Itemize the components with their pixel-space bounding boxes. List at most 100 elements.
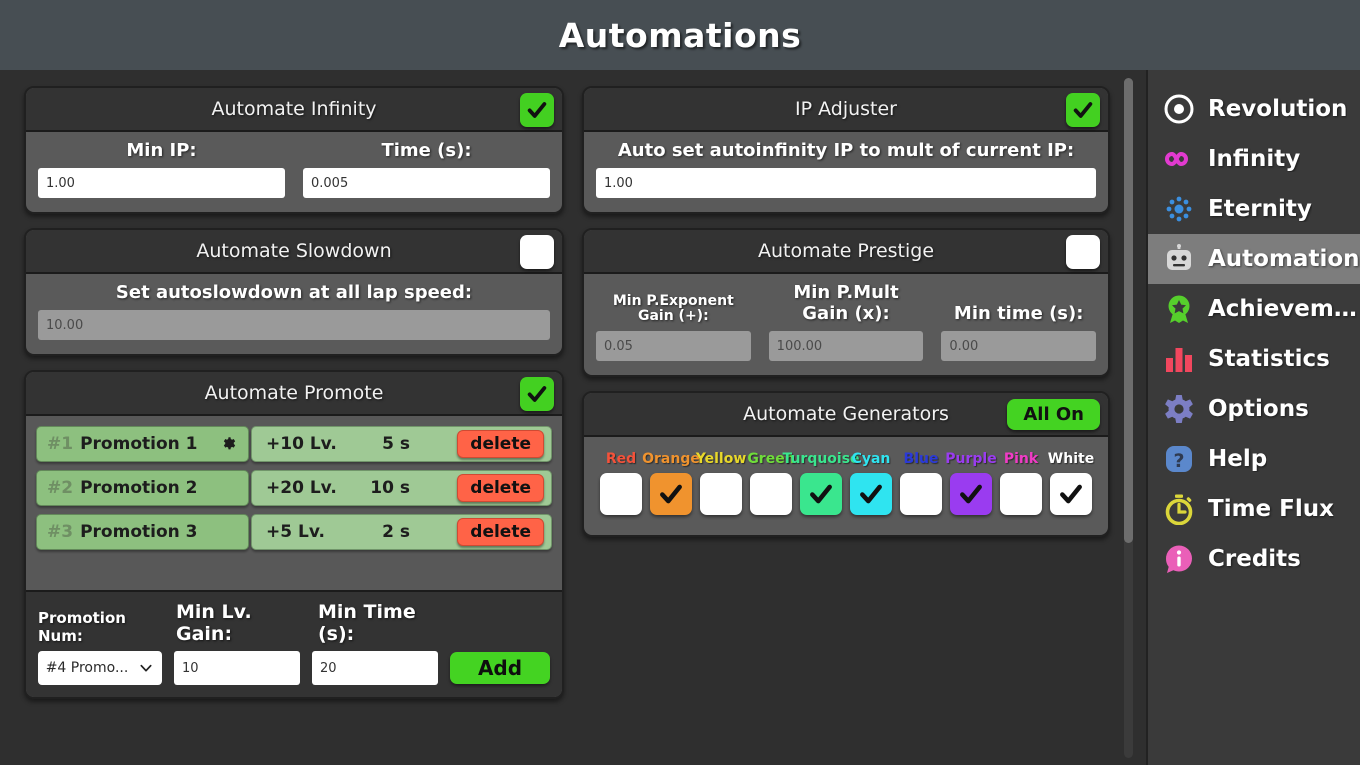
generator-checkbox-white[interactable] xyxy=(1050,473,1092,515)
panel-header-automate-prestige: Automate Prestige xyxy=(584,230,1108,274)
min-p-exponent-gain-label: Min P.Exponent Gain (+): xyxy=(596,294,751,324)
generator-column-white: White xyxy=(1046,451,1096,515)
automate-promote-toggle[interactable] xyxy=(520,377,554,411)
stopwatch-icon xyxy=(1162,492,1196,526)
panel-title: IP Adjuster xyxy=(795,98,897,120)
sidebar-item-help[interactable]: ? Help xyxy=(1148,434,1360,484)
sidebar-item-automations[interactable]: Automations xyxy=(1148,234,1360,284)
sidebar-item-options[interactable]: Options xyxy=(1148,384,1360,434)
automate-prestige-toggle[interactable] xyxy=(1066,235,1100,269)
automate-slowdown-toggle[interactable] xyxy=(520,235,554,269)
panel-title: Automate Infinity xyxy=(211,98,376,120)
scrollbar-thumb[interactable] xyxy=(1124,78,1133,543)
check-icon xyxy=(1072,99,1094,121)
generator-checkbox-turquoise[interactable] xyxy=(800,473,842,515)
promotion-level-gain: +5 Lv. xyxy=(266,522,348,542)
app-window: Automations Automate Infinity xyxy=(0,0,1360,765)
gear-icon[interactable] xyxy=(221,436,238,453)
delete-button[interactable]: delete xyxy=(457,518,544,546)
sidebar-item-time-flux[interactable]: Time Flux xyxy=(1148,484,1360,534)
min-ip-label: Min IP: xyxy=(38,140,285,161)
promotion-name-button[interactable]: #1 Promotion 1 xyxy=(36,426,249,462)
help-icon: ? xyxy=(1162,442,1196,476)
promotion-index: #3 xyxy=(47,522,73,542)
sidebar-item-achievem[interactable]: Achievem… xyxy=(1148,284,1360,334)
sidebar-item-revolution[interactable]: Revolution xyxy=(1148,84,1360,134)
generator-checkbox-orange[interactable] xyxy=(650,473,692,515)
sidebar-item-label: Help xyxy=(1208,446,1267,472)
promotion-num-select[interactable]: #4 Promo... xyxy=(38,651,162,685)
sidebar-item-label: Automations xyxy=(1208,246,1360,272)
generator-checkbox-yellow[interactable] xyxy=(700,473,742,515)
min-prestige-time-label: Min time (s): xyxy=(941,303,1096,324)
promotion-info: +5 Lv. 2 s delete xyxy=(251,514,552,550)
sidebar-item-label: Credits xyxy=(1208,546,1301,572)
page-title: Automations xyxy=(559,16,802,55)
min-prestige-time-group: Min time (s): xyxy=(941,303,1096,361)
promotion-time: 2 s xyxy=(348,522,410,542)
autoslowdown-input[interactable] xyxy=(38,310,550,340)
add-button[interactable]: Add xyxy=(450,652,550,684)
min-p-exponent-gain-input[interactable] xyxy=(596,331,751,361)
generator-grid: RedOrangeYellowGreenTurquoiseCyanBluePur… xyxy=(590,445,1102,519)
generator-column-cyan: Cyan xyxy=(846,451,896,515)
sidebar-item-label: Options xyxy=(1208,396,1309,422)
ip-mult-input[interactable] xyxy=(596,168,1096,198)
main-content: Automate Infinity Min IP: Time xyxy=(0,70,1146,765)
sidebar-item-credits[interactable]: Credits xyxy=(1148,534,1360,584)
automate-infinity-toggle[interactable] xyxy=(520,93,554,127)
promotion-info: +10 Lv. 5 s delete xyxy=(251,426,552,462)
sidebar-item-label: Time Flux xyxy=(1208,496,1334,522)
generator-column-blue: Blue xyxy=(896,451,946,515)
delete-button[interactable]: delete xyxy=(457,430,544,458)
promotion-name-button[interactable]: #2 Promotion 2 xyxy=(36,470,249,506)
page-header: Automations xyxy=(0,0,1360,70)
sidebar-item-statistics[interactable]: Statistics xyxy=(1148,334,1360,384)
svg-text:?: ? xyxy=(1173,450,1184,472)
panel-ip-adjuster: IP Adjuster Auto set autoinfinity IP to … xyxy=(582,86,1110,214)
generator-checkbox-cyan[interactable] xyxy=(850,473,892,515)
sidebar-item-infinity[interactable]: Infinity xyxy=(1148,134,1360,184)
time-input[interactable] xyxy=(303,168,550,198)
content-scrollbar[interactable] xyxy=(1124,78,1133,758)
panel-body-automate-prestige: Min P.Exponent Gain (+): Min P.Mult Gain… xyxy=(584,274,1108,375)
min-time-label: Min Time (s): xyxy=(318,601,448,645)
infinity-icon xyxy=(1162,142,1196,176)
generator-column-turquoise: Turquoise xyxy=(796,451,846,515)
generator-checkbox-red[interactable] xyxy=(600,473,642,515)
table-row: #2 Promotion 2 +20 Lv. 10 s delete xyxy=(36,470,552,506)
panel-header-automate-infinity: Automate Infinity xyxy=(26,88,562,132)
statistics-icon xyxy=(1162,342,1196,376)
delete-button[interactable]: delete xyxy=(457,474,544,502)
eternity-icon xyxy=(1162,192,1196,226)
promotion-level-gain: +10 Lv. xyxy=(266,434,348,454)
sidebar-item-label: Eternity xyxy=(1208,196,1312,222)
generator-checkbox-purple[interactable] xyxy=(950,473,992,515)
promotion-num-label: Promotion Num: xyxy=(38,609,164,645)
generator-column-pink: Pink xyxy=(996,451,1046,515)
panel-body-ip-adjuster: Auto set autoinfinity IP to mult of curr… xyxy=(584,132,1108,212)
generator-column-red: Red xyxy=(596,451,646,515)
generator-label: Pink xyxy=(1004,451,1038,467)
min-lv-gain-input[interactable] xyxy=(174,651,300,685)
promotion-time: 5 s xyxy=(348,434,410,454)
panel-automate-generators: Automate Generators All On RedOrangeYell… xyxy=(582,391,1110,537)
generator-checkbox-green[interactable] xyxy=(750,473,792,515)
all-on-button[interactable]: All On xyxy=(1007,399,1100,430)
min-p-mult-gain-input[interactable] xyxy=(769,331,924,361)
ip-adjuster-toggle[interactable] xyxy=(1066,93,1100,127)
min-prestige-time-input[interactable] xyxy=(941,331,1096,361)
min-ip-input[interactable] xyxy=(38,168,285,198)
generator-label: Orange xyxy=(642,451,700,467)
panel-title: Automate Generators xyxy=(743,403,949,425)
promotion-name: Promotion 3 xyxy=(80,522,197,542)
generator-checkbox-pink[interactable] xyxy=(1000,473,1042,515)
generator-checkbox-blue[interactable] xyxy=(900,473,942,515)
sidebar-item-eternity[interactable]: Eternity xyxy=(1148,184,1360,234)
promotion-name-button[interactable]: #3 Promotion 3 xyxy=(36,514,249,550)
panel-body-automate-generators: RedOrangeYellowGreenTurquoiseCyanBluePur… xyxy=(584,437,1108,535)
check-icon xyxy=(658,481,684,507)
generator-label: Red xyxy=(606,451,636,467)
generator-column-purple: Purple xyxy=(946,451,996,515)
min-time-input[interactable] xyxy=(312,651,438,685)
